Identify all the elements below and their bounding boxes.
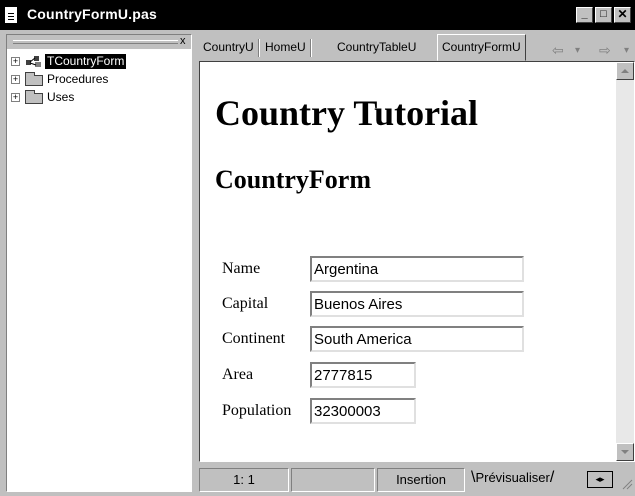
close-button[interactable]: ✕ xyxy=(614,7,631,23)
status-bar: 1: 1 Insertion \Prévisualiser/ ◂▸ xyxy=(199,466,635,494)
population-field[interactable] xyxy=(310,398,416,424)
maximize-button[interactable]: □ xyxy=(595,7,612,23)
folder-icon xyxy=(25,90,43,104)
area-field[interactable] xyxy=(310,362,416,388)
tab-homeu[interactable]: HomeU xyxy=(261,36,312,60)
tab-label: HomeU xyxy=(265,40,306,54)
expand-icon[interactable]: + xyxy=(11,93,20,102)
folder-icon xyxy=(25,72,43,86)
panel-header: x xyxy=(7,35,191,49)
down-arrow-icon xyxy=(621,450,629,454)
preview-content: Country Tutorial CountryForm Name Capita… xyxy=(200,62,616,461)
form-icon xyxy=(26,56,41,67)
field-label: Area xyxy=(222,366,254,383)
field-label: Capital xyxy=(222,295,269,312)
tab-label: CountryTableU xyxy=(337,40,417,54)
preview-pane: Country Tutorial CountryForm Name Capita… xyxy=(199,61,635,462)
expand-icon[interactable]: + xyxy=(11,57,20,66)
capital-field[interactable] xyxy=(310,291,524,317)
tree-item-label[interactable]: Procedures xyxy=(47,72,108,87)
tab-label: CountryFormU xyxy=(442,40,521,54)
scroll-down-button[interactable] xyxy=(616,443,634,461)
cursor-position: 1: 1 xyxy=(199,468,289,492)
continent-field[interactable] xyxy=(310,326,524,352)
bottom-tab-scroll-buttons[interactable]: ◂▸ xyxy=(587,471,613,488)
back-arrow-icon[interactable]: ⇦ xyxy=(552,42,564,59)
tab-countryformu[interactable]: CountryFormU xyxy=(437,34,526,61)
panel-grip[interactable] xyxy=(13,40,178,44)
back-dropdown-icon[interactable]: ▾ xyxy=(575,45,580,56)
field-label: Population xyxy=(222,402,292,419)
forward-arrow-icon[interactable]: ⇨ xyxy=(599,42,611,59)
document-icon xyxy=(5,7,17,23)
insert-mode: Insertion xyxy=(377,468,465,492)
forward-dropdown-icon[interactable]: ▾ xyxy=(624,45,629,56)
modified-indicator xyxy=(291,468,375,492)
window-title: CountryFormU.pas xyxy=(27,6,157,22)
expand-icon[interactable]: + xyxy=(11,75,20,84)
minimize-button[interactable]: _ xyxy=(576,7,593,23)
name-field[interactable] xyxy=(310,256,524,282)
tab-countrytableu[interactable]: CountryTableU xyxy=(333,36,420,60)
scroll-up-button[interactable] xyxy=(616,62,634,80)
vertical-scrollbar[interactable] xyxy=(616,62,634,461)
title-bar: CountryFormU.pas _ □ ✕ xyxy=(0,0,635,30)
tab-label: Prévisualiser xyxy=(475,470,550,485)
page-title: Country Tutorial xyxy=(215,93,479,133)
size-grip-icon[interactable] xyxy=(621,478,633,490)
code-explorer-panel: x + TCountryForm + Procedures + Uses xyxy=(6,34,192,492)
up-arrow-icon xyxy=(621,69,629,73)
tab-label: CountryU xyxy=(203,40,254,54)
tab-countryu[interactable]: CountryU xyxy=(199,36,260,60)
tab-previsualiser[interactable]: \Prévisualiser/ xyxy=(471,466,554,492)
field-label: Continent xyxy=(222,330,286,347)
field-label: Name xyxy=(222,260,261,277)
panel-close-icon[interactable]: x xyxy=(180,35,186,47)
tree-item-label[interactable]: TCountryForm xyxy=(45,54,127,69)
page-subtitle: CountryForm xyxy=(215,165,371,194)
tree-item-label[interactable]: Uses xyxy=(47,90,74,105)
